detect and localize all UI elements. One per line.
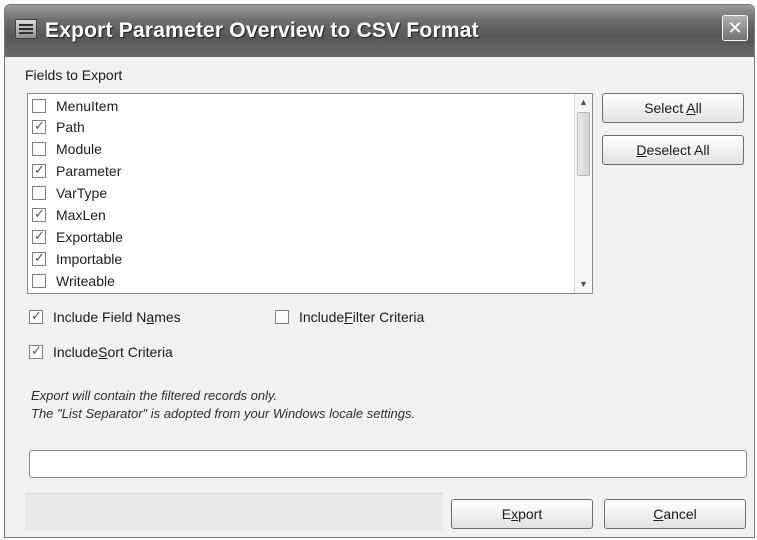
info-text-filtered: Export will contain the filtered records… [31, 388, 278, 403]
field-checkbox[interactable] [32, 98, 46, 113]
include-sort-criteria-label-rest: ort Criteria [107, 344, 173, 360]
close-icon: ✕ [727, 18, 743, 38]
include-filter-criteria-mnemonic: F [344, 309, 353, 325]
export-dialog: Export Parameter Overview to CSV Format … [4, 4, 755, 538]
include-sort-criteria-mnemonic: S [98, 344, 108, 360]
list-item-label: MenuItem [56, 97, 119, 114]
include-filter-criteria-option[interactable]: Include Filter Criteria [275, 309, 424, 325]
select-all-mnemonic: A [686, 100, 696, 116]
deselect-all-mnemonic: D [636, 142, 647, 158]
deselect-all-button[interactable]: Deselect All [602, 135, 744, 165]
field-checkbox[interactable] [32, 250, 46, 266]
list-item-writeable[interactable]: Writeable [32, 270, 562, 291]
fields-listbox[interactable]: MenuItem Path Module Parameter VarType M… [27, 93, 593, 294]
list-item-label: Exportable [56, 228, 123, 245]
field-checkbox[interactable] [32, 162, 46, 178]
field-checkbox[interactable] [32, 141, 46, 156]
export-button[interactable]: Export [451, 499, 593, 529]
include-field-names-checkbox[interactable] [29, 308, 43, 324]
include-field-names-label-rest: mes [154, 309, 181, 325]
field-checkbox[interactable] [32, 185, 46, 200]
list-item-vartype[interactable]: VarType [32, 182, 562, 203]
cancel-mnemonic: C [653, 506, 664, 522]
list-item-exportable[interactable]: Exportable [32, 226, 562, 247]
info-text-list-separator: The "List Separator" is adopted from you… [31, 406, 416, 421]
progress-bar [29, 450, 747, 478]
include-sort-criteria-option[interactable]: Include Sort Criteria [29, 343, 173, 360]
title-bar[interactable]: Export Parameter Overview to CSV Format … [5, 5, 754, 57]
list-item-label: Writeable [56, 272, 115, 289]
list-item-maxlen[interactable]: MaxLen [32, 204, 562, 225]
field-checkbox[interactable] [32, 228, 46, 244]
list-item-path[interactable]: Path [32, 116, 562, 137]
deselect-all-label-rest: eselect All [646, 142, 710, 158]
scrollbar-thumb[interactable] [577, 112, 590, 176]
list-item-label: VarType [56, 184, 108, 201]
export-label-rest: port [518, 506, 543, 522]
include-field-names-option[interactable]: Include Field Names [29, 308, 181, 325]
include-field-names-label: Include Field N [53, 309, 147, 325]
include-filter-criteria-label-rest: ilter Criteria [352, 309, 425, 325]
fields-to-export-label: Fields to Export [25, 67, 123, 83]
list-item-module[interactable]: Module [32, 138, 562, 159]
export-label: E [501, 506, 512, 522]
cancel-button[interactable]: Cancel [604, 499, 746, 529]
field-checkbox[interactable] [32, 118, 46, 134]
list-item-menuitem[interactable]: MenuItem [32, 95, 562, 116]
include-field-names-mnemonic: a [146, 309, 155, 325]
list-item-parameter[interactable]: Parameter [32, 160, 562, 181]
include-filter-criteria-checkbox[interactable] [275, 310, 289, 324]
app-icon [15, 19, 37, 39]
field-checkbox[interactable] [32, 206, 46, 222]
list-item-importable[interactable]: Importable [32, 248, 562, 269]
list-item-label: Parameter [56, 162, 122, 179]
list-item-label: MaxLen [56, 206, 106, 223]
scroll-up-icon[interactable]: ▲ [575, 94, 592, 111]
select-all-button[interactable]: Select All [602, 93, 744, 123]
cancel-label-rest: ancel [663, 506, 697, 522]
select-all-label-rest: ll [695, 100, 702, 116]
select-all-label: Select [644, 100, 687, 116]
include-sort-criteria-label: Include [53, 344, 99, 360]
field-checkbox[interactable] [32, 273, 46, 288]
include-sort-criteria-checkbox[interactable] [29, 343, 43, 359]
status-area [25, 493, 443, 531]
include-filter-criteria-label: Include [299, 309, 345, 325]
list-item-label: Module [56, 140, 102, 157]
list-item-label: Path [56, 118, 85, 135]
close-button[interactable]: ✕ [722, 15, 748, 41]
vertical-scrollbar[interactable]: ▲ ▼ [574, 94, 592, 293]
window-title: Export Parameter Overview to CSV Format [45, 19, 479, 42]
scroll-down-icon[interactable]: ▼ [575, 276, 592, 293]
list-item-label: Importable [56, 250, 123, 267]
